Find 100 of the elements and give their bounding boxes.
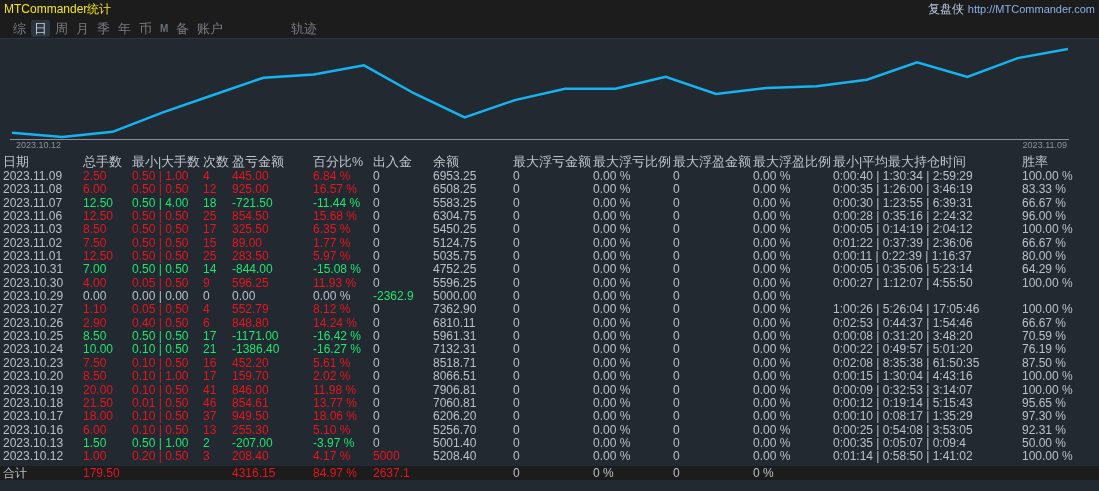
tab[interactable]: 币 <box>136 19 155 37</box>
table-cell-text: 2023.10.17 <box>3 410 65 424</box>
table-cell-text: 2023.11.06 <box>3 210 64 224</box>
table-cell-text: 0 <box>513 396 521 411</box>
table-cell-text: 4.17 % <box>313 450 352 464</box>
table-cell-text: 0:00:25 | 0:54:08 | 3:53:05 <box>833 423 974 437</box>
table-cell-text: 2023.10.24 <box>3 343 65 357</box>
table-cell-text: 0 <box>513 423 521 437</box>
tab[interactable]: 年 <box>115 19 134 37</box>
table-cell-text: 0.00 % <box>753 383 792 397</box>
table-cell-text: 2023.10.29 <box>3 290 65 304</box>
table-cell-text: 0.10 | 0.50 <box>132 356 190 371</box>
table-cell-text: 2023.11.07 <box>3 196 64 211</box>
column-header: 次数 <box>203 155 230 170</box>
table-cell-text: 0.20 | 0.50 <box>132 450 190 464</box>
table-cell-text: 0.00 % <box>753 303 792 317</box>
table-cell-text: 854.61 <box>232 396 270 411</box>
column-header: 最大浮盈比例 <box>753 155 832 170</box>
table-cell-text: 0.00 % <box>753 196 792 211</box>
table-cell-text: 0 <box>373 343 381 357</box>
table-cell-text: 6 <box>203 316 211 331</box>
table-cell-text: 925.00 <box>232 183 270 197</box>
table-cell-text: 0.00 % <box>593 383 632 397</box>
table-cell-text: 5.97 % <box>313 250 352 264</box>
table-cell-text: 0.50 | 0.50 <box>132 263 190 277</box>
total-cell-text: 0 % <box>753 465 775 480</box>
column-header: 最小|平均最大持仓时间 <box>833 155 968 170</box>
table-cell-text: -11.44 % <box>313 196 362 211</box>
table-cell-text: 255.30 <box>232 423 270 437</box>
table-cell-text: 6304.75 <box>433 210 478 224</box>
table-cell-text: 0 <box>373 210 381 224</box>
table-cell-text: 0.00 % <box>593 236 632 251</box>
table-cell-text: 14 <box>203 263 218 277</box>
table-cell-text: 0 <box>673 330 681 344</box>
table-cell-text: 0:01:14 | 0:58:50 | 1:41:02 <box>833 450 974 464</box>
table-cell-text: 0.00 % <box>593 396 632 411</box>
table-cell-text: 0.00 % <box>753 450 792 464</box>
table-cell-text: 0 <box>373 410 381 424</box>
table-cell-text: 5596.25 <box>433 276 478 291</box>
tab[interactable]: M <box>157 19 172 37</box>
table-cell-text: 445.00 <box>232 170 270 184</box>
tab[interactable]: 季 <box>94 19 113 37</box>
table-cell-text: 0 <box>513 450 521 464</box>
table-cell-text: 5583.25 <box>433 196 478 211</box>
table-cell-text: 0 <box>513 356 521 371</box>
table-cell-text: 37 <box>203 410 218 424</box>
table-cell-text: 0:02:53 | 0:44:37 | 1:54:46 <box>833 316 974 331</box>
table-cell-text: 0 <box>513 330 521 344</box>
table-cell-text: 552.79 <box>232 303 270 317</box>
table-cell-text: 846.00 <box>232 383 270 397</box>
table-cell-text: 66.67 % <box>1022 316 1068 331</box>
table-cell-text: 6.00 <box>83 183 108 197</box>
table-cell-text: 4752.25 <box>433 263 478 277</box>
table-cell-text: 0.00 % <box>753 316 792 331</box>
website-link[interactable]: http://MTCommander.com <box>967 3 1095 15</box>
table-cell-text: 15 <box>203 236 218 251</box>
table-cell-text: 159.70 <box>232 370 270 384</box>
table-cell-text: 2023.10.31 <box>3 263 65 277</box>
table-cell-text: 0 <box>513 170 521 184</box>
table-cell-text: 2023.10.16 <box>3 423 65 437</box>
tab[interactable]: 日 <box>31 19 50 37</box>
tab[interactable]: 月 <box>73 19 92 37</box>
table-cell-text: 2023.10.30 <box>3 276 65 291</box>
tab[interactable]: 账户 <box>194 19 227 37</box>
table-cell-text: 95.65 % <box>1022 396 1068 411</box>
table-cell-text: 18.06 % <box>313 410 359 424</box>
table-cell-text: 89.00 <box>232 236 264 251</box>
table-cell-text: 0.10 | 0.50 <box>132 343 190 357</box>
table-cell-text: 0 <box>673 263 681 277</box>
table-cell-text: 2023.11.09 <box>3 170 64 184</box>
table-cell-text: 0.00 % <box>593 303 632 317</box>
table-cell-text: 0:00:22 | 0:49:57 | 5:01:20 <box>833 343 974 357</box>
tab[interactable]: 轨迹 <box>288 19 321 37</box>
table-cell-text: 0.00 % <box>753 263 792 277</box>
table-cell-text: 0.00 % <box>593 196 632 211</box>
table-cell-text: 0.50 | 0.50 <box>132 250 190 264</box>
table-cell-text: 0.00 % <box>593 183 632 197</box>
table-cell-text: 0 <box>513 343 521 357</box>
table-cell-text: 41 <box>203 383 218 397</box>
table-cell-text: 96.00 % <box>1022 210 1068 224</box>
table-cell-text: 12.50 <box>83 196 115 211</box>
table-cell-text: 5124.75 <box>433 236 478 251</box>
table-cell-text: 6508.25 <box>433 183 478 197</box>
table-cell-text: 0.00 % <box>593 250 632 264</box>
table-cell-text: 12.50 <box>83 210 115 224</box>
tab[interactable]: 备 <box>173 19 193 37</box>
table-cell-text: 0 <box>373 303 381 317</box>
table-cell-text: 7.50 <box>83 356 108 371</box>
total-cell-text: 179.50 <box>83 465 121 480</box>
column-header: 百分比% <box>313 155 365 170</box>
tab[interactable]: 综 <box>10 19 29 37</box>
total-cell-text: 0 <box>673 465 681 480</box>
tab[interactable]: 周 <box>52 19 71 37</box>
table-cell-text: 0:00:40 | 1:30:34 | 2:59:29 <box>833 170 974 184</box>
table-cell-text: 0 <box>673 370 681 384</box>
table-cell-text: 283.50 <box>232 250 270 264</box>
column-header: 最大浮亏比例 <box>593 155 672 170</box>
table-cell-text: 0 <box>373 383 381 397</box>
table-cell-text: 7132.31 <box>433 343 478 357</box>
table-cell-text: 0.00 % <box>593 356 632 371</box>
